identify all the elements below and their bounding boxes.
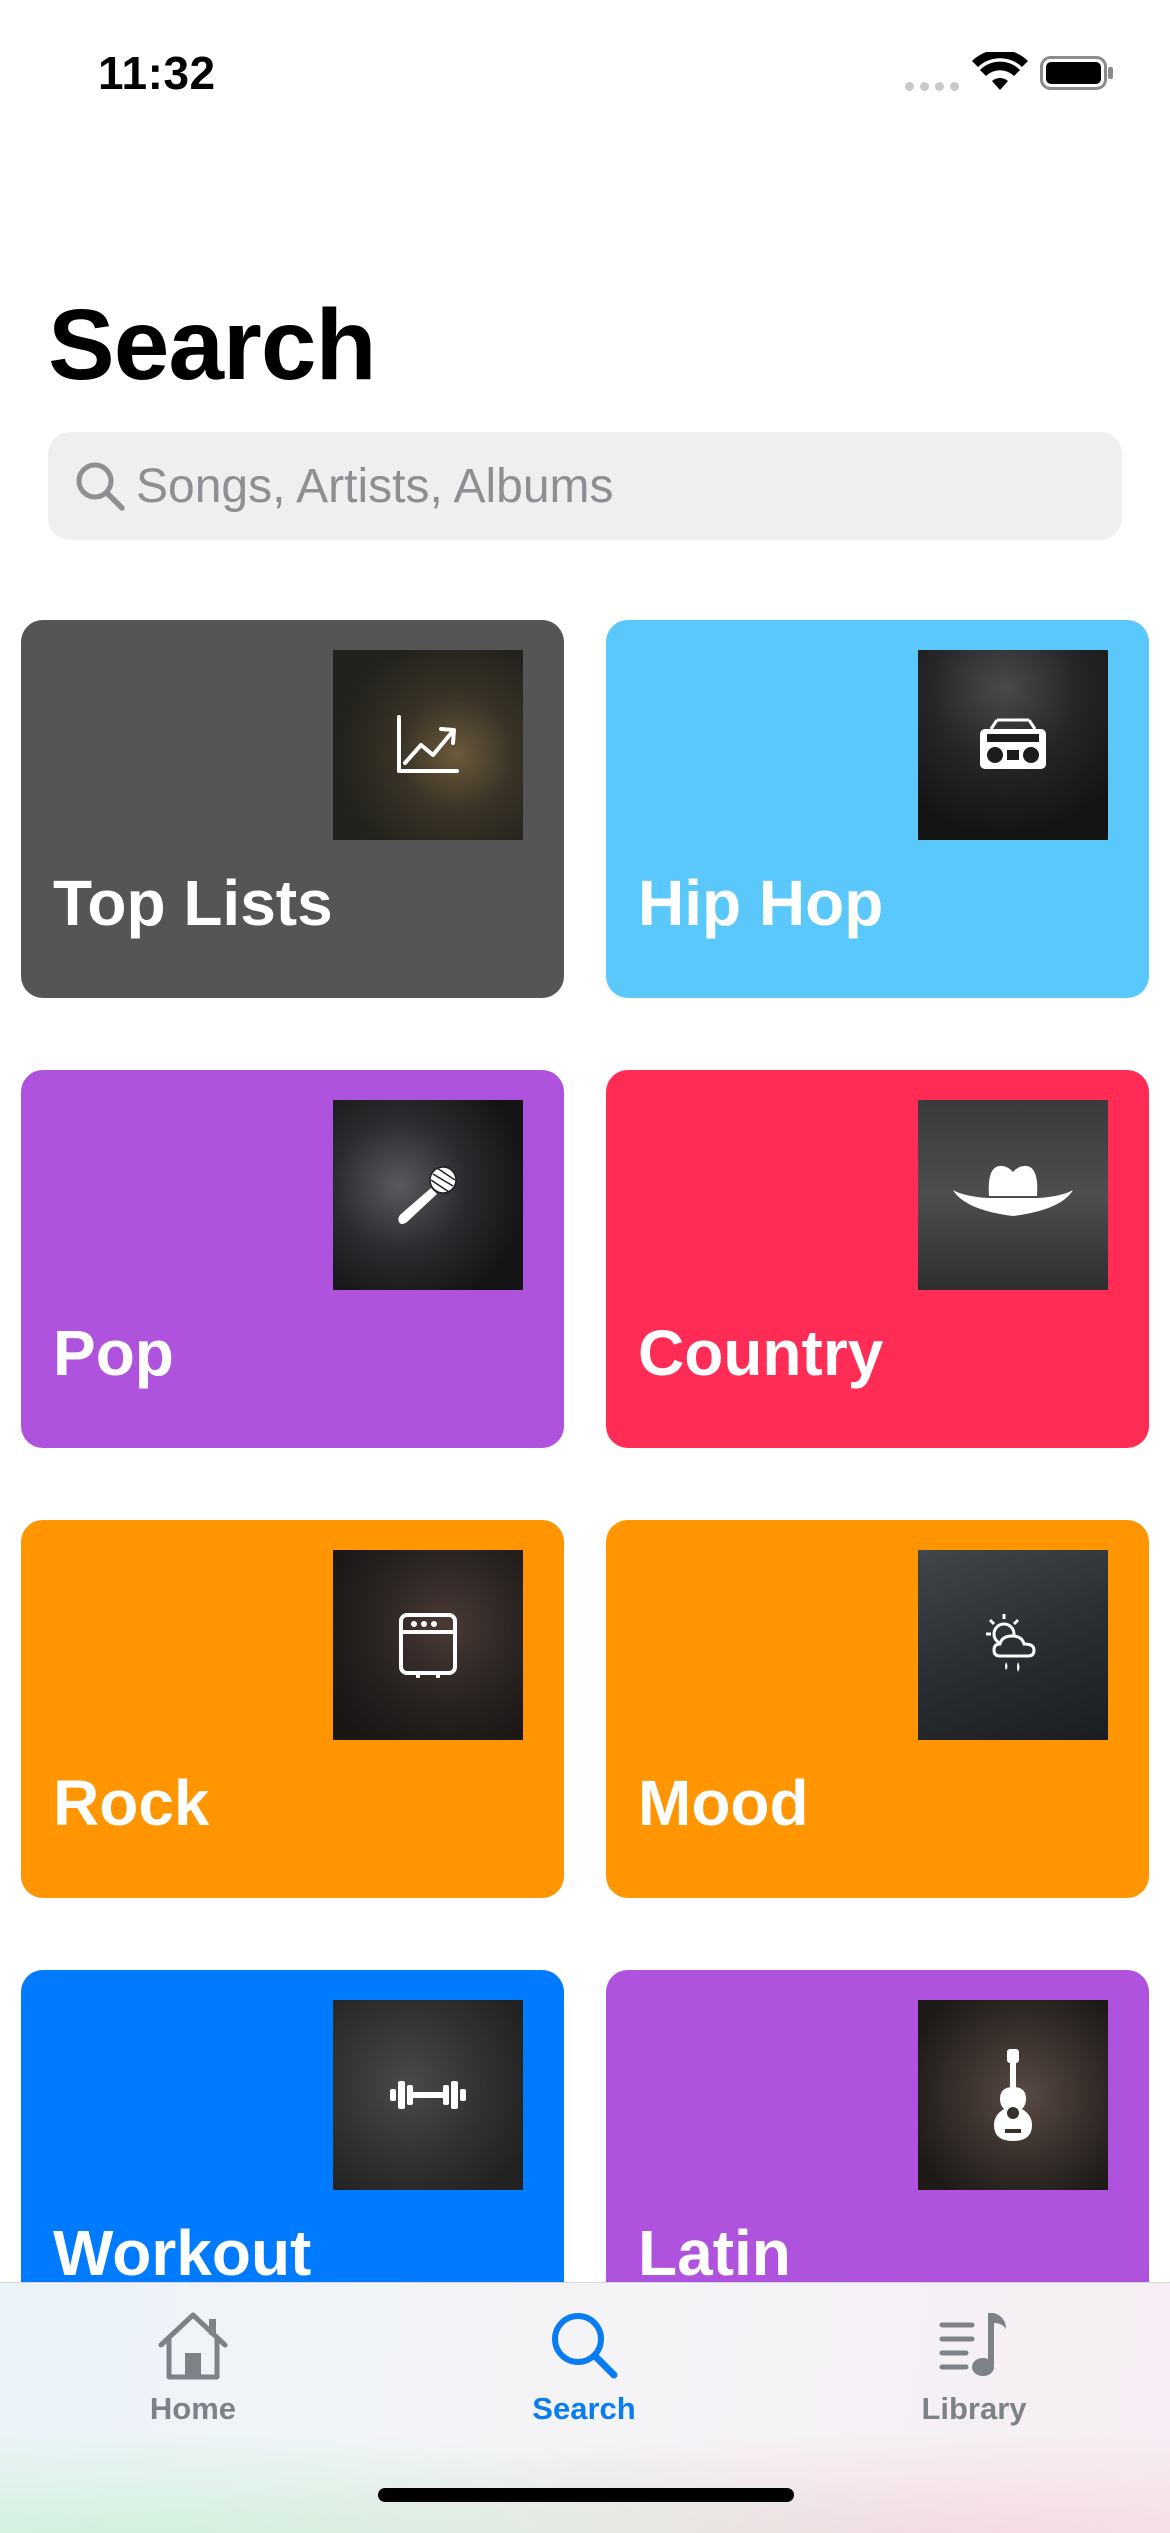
home-indicator xyxy=(378,2488,794,2502)
tab-label: Library xyxy=(921,2391,1027,2426)
dumbbell-icon xyxy=(390,2081,466,2109)
category-thumbnail xyxy=(333,1550,523,1740)
amplifier-icon xyxy=(399,1613,457,1678)
tab-label: Home xyxy=(149,2391,237,2426)
category-grid: Top Lists Hip Hop Pop Country Rock Mood … xyxy=(0,0,1170,2532)
category-thumbnail xyxy=(333,650,523,840)
category-label: Mood xyxy=(638,1767,809,1839)
category-card-country[interactable]: Country xyxy=(606,1070,1149,1448)
magnifying-glass-icon xyxy=(552,2313,618,2379)
category-label: Rock xyxy=(53,1767,210,1839)
category-label: Hip Hop xyxy=(638,867,884,939)
trending-chart-icon xyxy=(397,715,459,773)
house-icon xyxy=(158,2312,228,2380)
category-thumbnail xyxy=(918,2000,1108,2190)
category-thumbnail xyxy=(333,1100,523,1290)
category-label: Top Lists xyxy=(53,867,333,939)
category-thumbnail xyxy=(918,650,1108,840)
category-card-rock[interactable]: Rock xyxy=(21,1520,564,1898)
tab-label: Search xyxy=(532,2391,636,2426)
music-library-icon xyxy=(939,2313,1006,2376)
tab-library[interactable]: Library xyxy=(824,2307,1124,2457)
cowboy-hat-icon xyxy=(953,1165,1073,1216)
category-label: Workout xyxy=(53,2217,312,2289)
category-label: Latin xyxy=(638,2217,791,2289)
tab-home[interactable]: Home xyxy=(43,2307,343,2457)
category-label: Pop xyxy=(53,1317,174,1389)
category-card-top-lists[interactable]: Top Lists xyxy=(21,620,564,998)
boombox-icon xyxy=(980,718,1046,769)
category-card-mood[interactable]: Mood xyxy=(606,1520,1149,1898)
category-thumbnail xyxy=(333,2000,523,2190)
category-label: Country xyxy=(638,1317,884,1389)
category-card-pop[interactable]: Pop xyxy=(21,1070,564,1448)
category-thumbnail xyxy=(918,1550,1108,1740)
category-card-hip-hop[interactable]: Hip Hop xyxy=(606,620,1149,998)
tab-search[interactable]: Search xyxy=(434,2307,734,2457)
microphone-icon xyxy=(398,1166,457,1224)
guitar-icon xyxy=(994,2049,1032,2141)
sun-rain-cloud-icon xyxy=(986,1614,1036,1672)
category-thumbnail xyxy=(918,1100,1108,1290)
